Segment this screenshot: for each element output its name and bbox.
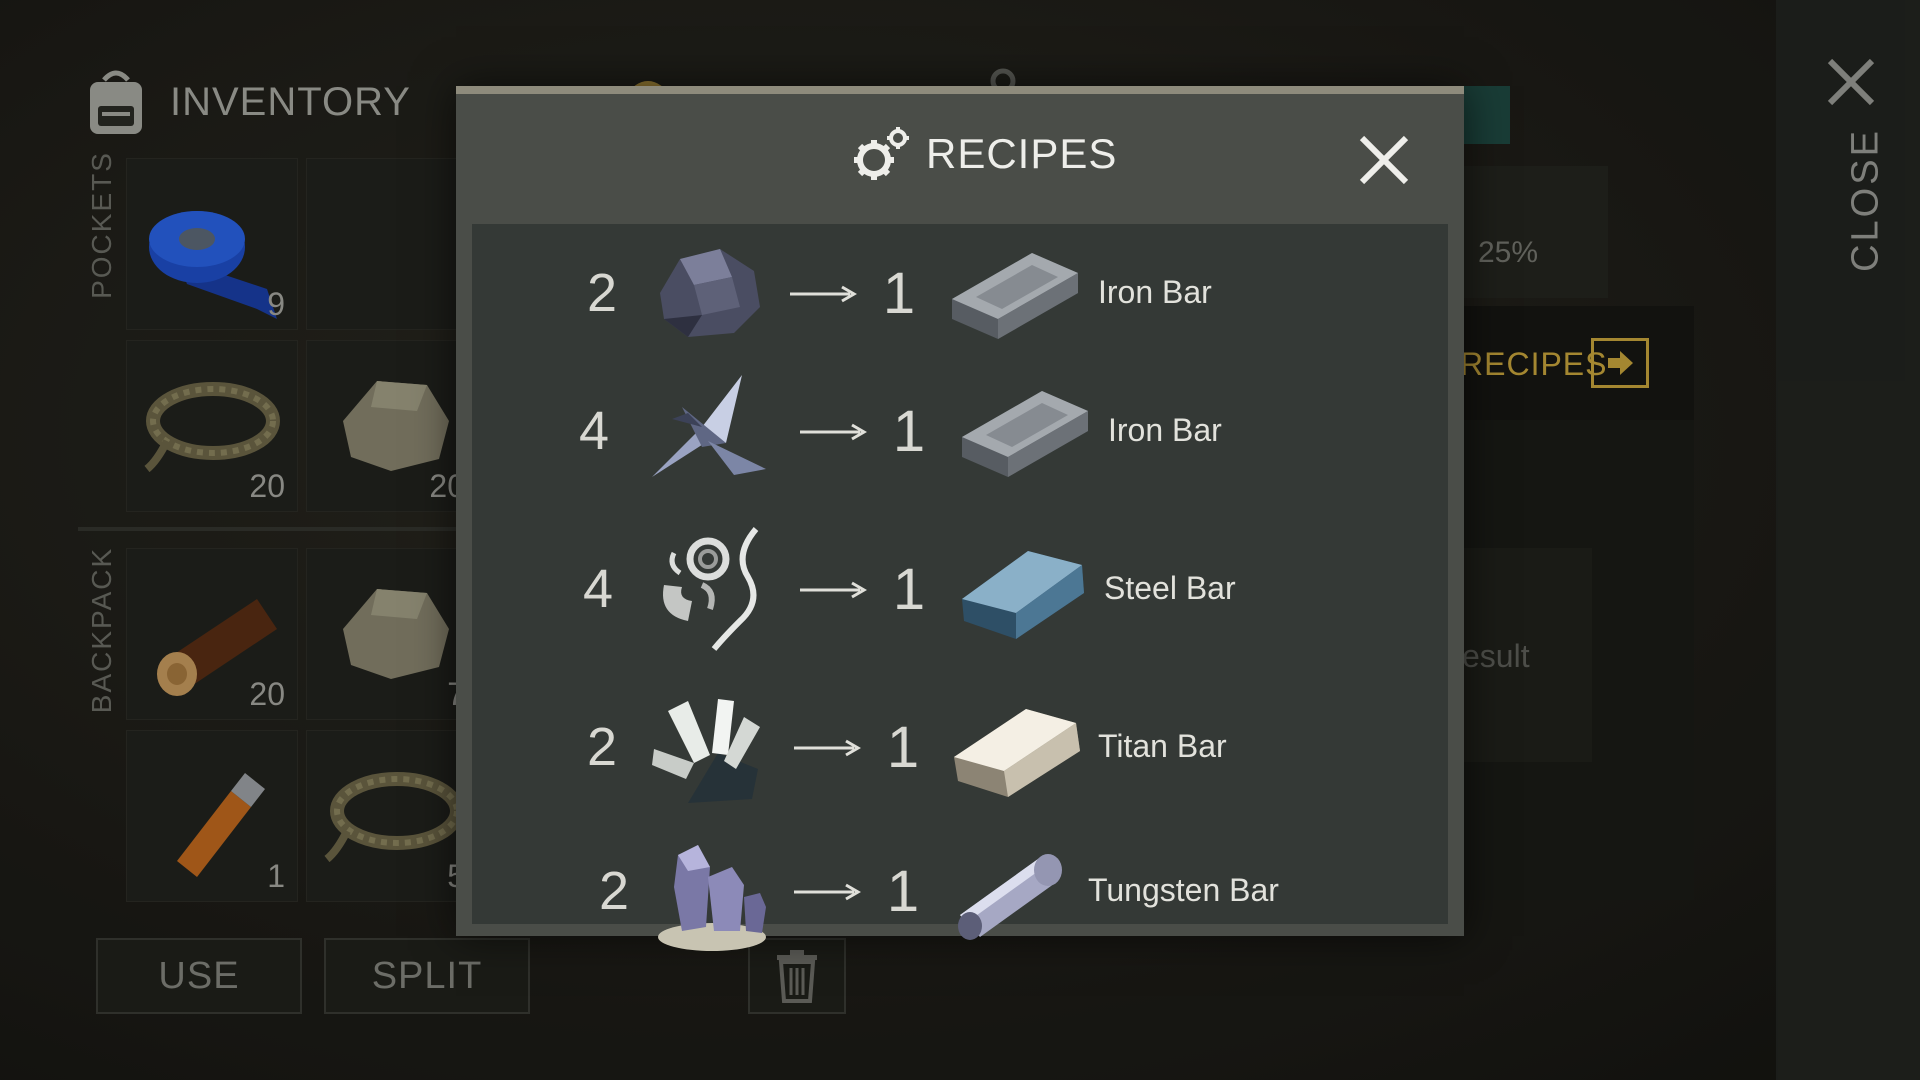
inventory-slot-stone[interactable]: 20: [306, 340, 478, 512]
tungsten-bar-icon: [958, 854, 1062, 940]
iron-bar-icon: [962, 391, 1088, 477]
ingredient-quantity: 2: [586, 717, 618, 777]
inventory-slot-usb-drive[interactable]: 1: [126, 730, 298, 902]
close-panel[interactable]: CLOSE: [1776, 0, 1920, 1080]
chance-text: 25%: [1478, 236, 1539, 269]
arrow-right-icon: [800, 581, 867, 599]
recipe-list: 2 1 Iron Bar 4 1 Iron Bar 4 1 Steel Bar …: [472, 224, 1448, 951]
recipe-row[interactable]: 2 1 Iron Bar: [472, 224, 1448, 364]
titanium-crystals-icon: [652, 699, 760, 803]
product-quantity: 1: [892, 399, 926, 464]
close-icon[interactable]: [1356, 132, 1412, 188]
pockets-label: POCKETS: [86, 151, 117, 299]
result-text: esult: [1462, 638, 1530, 674]
inventory-slot-rope[interactable]: 20: [126, 340, 298, 512]
slot-count: 1: [267, 858, 285, 894]
slot-count: 9: [267, 286, 285, 322]
titan-bar-icon: [954, 709, 1080, 797]
backpack-label: BACKPACK: [86, 546, 117, 714]
scrap-metal-icon: [652, 375, 766, 477]
product-name: Titan Bar: [1098, 728, 1227, 764]
use-button[interactable]: USE: [96, 938, 302, 1014]
recipe-row[interactable]: 4 1 Steel Bar: [472, 520, 1448, 660]
product-name: Steel Bar: [1104, 570, 1236, 606]
ingredient-quantity: 2: [586, 263, 618, 323]
arrow-right-icon: [794, 739, 861, 757]
metal-shavings-icon: [663, 527, 759, 651]
arrow-right-icon: [1608, 351, 1633, 375]
recipe-row[interactable]: 4 1 Iron Bar: [472, 362, 1448, 502]
inventory-slot-rope[interactable]: 5: [306, 730, 478, 902]
recipe-row[interactable]: 2 1 Tungsten Bar: [472, 822, 1448, 962]
ingredient-quantity: 2: [598, 861, 630, 921]
iron-ore-icon: [660, 249, 760, 337]
inventory-slot-log[interactable]: 20: [126, 548, 298, 720]
modal-header: RECIPES: [456, 94, 1464, 218]
product-name: Iron Bar: [1098, 274, 1212, 310]
product-quantity: 1: [886, 715, 920, 780]
inventory-slot-duct-tape[interactable]: 9: [126, 158, 298, 330]
arrow-right-icon: [794, 883, 861, 901]
product-quantity: 1: [886, 859, 920, 924]
ingredient-quantity: 4: [582, 559, 614, 619]
close-label[interactable]: CLOSE: [1845, 128, 1888, 272]
recipes-link[interactable]: RECIPES: [1460, 346, 1607, 383]
product-name: Iron Bar: [1108, 412, 1222, 448]
product-name: Tungsten Bar: [1088, 872, 1279, 908]
iron-bar-icon: [952, 253, 1078, 339]
section-divider: [78, 527, 458, 531]
close-icon[interactable]: [1824, 55, 1878, 109]
gears-icon: [854, 127, 909, 180]
tungsten-crystals-icon: [658, 845, 766, 951]
slot-count: 20: [249, 468, 285, 504]
inventory-title: INVENTORY: [170, 79, 411, 124]
arrow-right-icon: [790, 285, 857, 303]
ingredient-quantity: 4: [578, 401, 610, 461]
modal-title: RECIPES: [926, 130, 1118, 177]
modal-title-wrap: RECIPES: [852, 124, 1117, 184]
backpack-icon: [90, 70, 142, 134]
chance-box: [1440, 166, 1608, 298]
steel-bar-icon: [962, 551, 1084, 639]
product-quantity: 1: [882, 261, 916, 326]
inventory-header: INVENTORY: [80, 62, 411, 142]
inventory-slot-empty[interactable]: [306, 158, 478, 330]
arrow-right-icon: [800, 423, 867, 441]
recipes-modal: RECIPES 2 1 Iron Bar 4 1 Iron Bar 4 1 St…: [456, 86, 1464, 951]
product-quantity: 1: [892, 557, 926, 622]
recipe-row[interactable]: 2 1 Titan Bar: [472, 678, 1448, 818]
inventory-slot-stone[interactable]: 7: [306, 548, 478, 720]
recipes-arrow-button[interactable]: [1591, 338, 1649, 388]
slot-count: 20: [249, 676, 285, 712]
